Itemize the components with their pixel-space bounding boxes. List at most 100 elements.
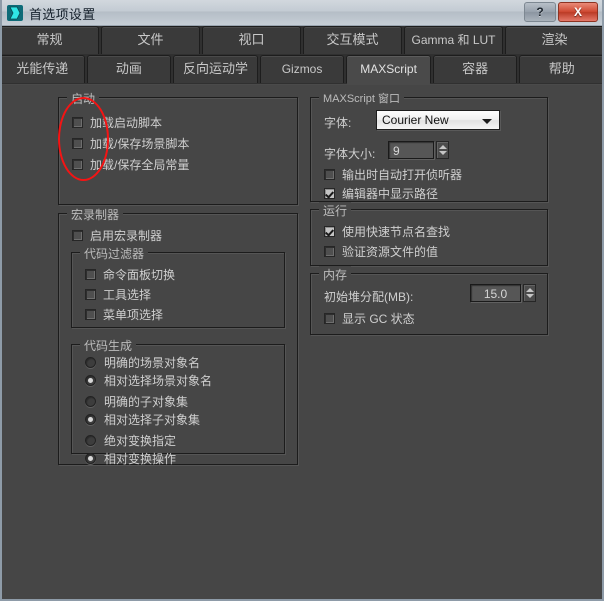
checkbox-show-path-in-editor[interactable]	[324, 188, 335, 199]
checkbox-row-enable-macro-recorder[interactable]: 启用宏录制器	[72, 227, 162, 244]
tab-row-top: 常规 文件 视口 交互模式 Gamma 和 LUT 渲染	[2, 26, 602, 55]
radio-row-selection-relative-sub-object-sets[interactable]: 相对选择子对象集	[85, 411, 200, 428]
group-macro-recorder-title: 宏录制器	[67, 206, 124, 223]
checkbox-label-load-startup-script: 加载启动脚本	[90, 116, 163, 130]
group-startup-title: 启动	[67, 90, 100, 107]
group-startup: 启动 加载启动脚本 加载/保存场景脚本 加载/保存全局常量	[58, 90, 298, 205]
checkbox-validate-asset-file-values[interactable]	[324, 246, 335, 257]
checkbox-label-enable-macro-recorder: 启用宏录制器	[90, 229, 163, 243]
radio-label-explicit-scene-object-names: 明确的场景对象名	[104, 356, 201, 370]
label-font-size: 字体大小:	[324, 147, 376, 161]
checkbox-command-panel-switch[interactable]	[85, 269, 96, 280]
checkbox-row-menu-item-selection[interactable]: 菜单项选择	[85, 306, 163, 323]
radio-row-explicit-sub-object-sets[interactable]: 明确的子对象集	[85, 393, 188, 410]
group-memory: 内存 初始堆分配(MB): 15.0 显示 GC 状态	[310, 266, 548, 335]
checkbox-label-fast-node-name-lookup: 使用快速节点名查找	[342, 225, 451, 239]
radio-row-selection-relative-scene-object-names[interactable]: 相对选择场景对象名	[85, 372, 212, 389]
spinner-down-icon[interactable]	[526, 294, 534, 298]
chevron-down-icon	[482, 119, 492, 124]
checkbox-menu-item-selection[interactable]	[85, 309, 96, 320]
font-size-spinner[interactable]	[436, 141, 449, 159]
spinner-up-icon[interactable]	[439, 145, 447, 149]
checkbox-row-tool-selection[interactable]: 工具选择	[85, 286, 151, 303]
group-code-generation: 代码生成 明确的场景对象名 相对选择场景对象名 明确的子对象集 相对选择子对象集	[71, 337, 285, 466]
checkbox-row-command-panel-switch[interactable]: 命令面板切换	[85, 266, 175, 283]
tab-strip: 常规 文件 视口 交互模式 Gamma 和 LUT 渲染 光能传递 动画 反向运动学 Gizmo…	[2, 26, 602, 84]
heap-size-field[interactable]: 15.0	[470, 284, 521, 302]
close-button[interactable]: X	[558, 2, 598, 22]
tab-2-5[interactable]: MAXScript	[346, 55, 431, 84]
radio-row-explicit-scene-object-names[interactable]: 明确的场景对象名	[85, 354, 200, 371]
checkbox-row-show-path-in-editor[interactable]: 编辑器中显示路径	[324, 185, 438, 202]
font-size-field[interactable]: 9	[388, 141, 434, 159]
radio-relative-transform-operations[interactable]	[85, 453, 96, 464]
tab-1-5[interactable]: Gamma 和 LUT	[404, 26, 503, 54]
tab-2-6[interactable]: 容器	[432, 55, 518, 83]
checkbox-load-startup-script[interactable]	[72, 117, 83, 128]
tab-1-4[interactable]: 交互模式	[303, 26, 402, 54]
radio-label-selection-relative-sub-object-sets: 相对选择子对象集	[104, 413, 201, 427]
group-code-generation-title: 代码生成	[80, 337, 137, 354]
checkbox-show-gc-status[interactable]	[324, 313, 335, 324]
heap-size-spinner[interactable]	[523, 284, 536, 302]
checkbox-tool-selection[interactable]	[85, 289, 96, 300]
checkbox-label-auto-open-listener: 输出时自动打开侦听器	[342, 168, 463, 182]
tab-2-1[interactable]: 光能传递	[2, 55, 85, 83]
radio-explicit-scene-object-names[interactable]	[85, 357, 96, 368]
tab-2-7[interactable]: 帮助	[519, 55, 602, 83]
checkbox-label-show-gc-status: 显示 GC 状态	[342, 312, 415, 326]
radio-label-relative-transform-operations: 相对变换操作	[104, 452, 177, 466]
checkbox-load-save-scene-script[interactable]	[72, 138, 83, 149]
group-maxscript-window: MAXScript 窗口 字体: Courier New 字体大小: 9 输出时…	[310, 90, 548, 202]
group-memory-title: 内存	[319, 266, 352, 283]
tab-1-1[interactable]: 常规	[2, 26, 99, 54]
radio-selection-relative-scene-object-names[interactable]	[85, 375, 96, 386]
tab-row-bottom: 光能传递 动画 反向运动学 Gizmos MAXScript 容器 帮助	[2, 55, 602, 84]
checkbox-row-load-save-scene-script[interactable]: 加载/保存场景脚本	[72, 135, 189, 152]
radio-selection-relative-sub-object-sets[interactable]	[85, 414, 96, 425]
help-button[interactable]: ?	[524, 2, 556, 22]
label-font: 字体:	[324, 116, 352, 130]
checkbox-label-menu-item-selection: 菜单项选择	[103, 308, 164, 322]
checkbox-row-show-gc-status[interactable]: 显示 GC 状态	[324, 310, 415, 327]
tab-1-6[interactable]: 渲染	[505, 26, 602, 54]
tab-2-2[interactable]: 动画	[86, 55, 172, 83]
font-size-value: 9	[393, 144, 400, 158]
checkbox-fast-node-name-lookup[interactable]	[324, 226, 335, 237]
checkbox-row-load-startup-script[interactable]: 加载启动脚本	[72, 114, 162, 131]
checkbox-enable-macro-recorder[interactable]	[72, 230, 83, 241]
checkbox-label-load-save-scene-script: 加载/保存场景脚本	[90, 137, 190, 151]
checkbox-row-fast-node-name-lookup[interactable]: 使用快速节点名查找	[324, 223, 450, 240]
group-macro-recorder: 宏录制器 启用宏录制器 代码过滤器 命令面板切换 工具选择 菜单项选择 代码生成…	[58, 206, 298, 466]
checkbox-row-auto-open-listener[interactable]: 输出时自动打开侦听器	[324, 166, 462, 183]
radio-explicit-sub-object-sets[interactable]	[85, 396, 96, 407]
spinner-up-icon[interactable]	[526, 288, 534, 292]
font-dropdown[interactable]: Courier New	[376, 110, 500, 130]
preferences-dialog: 首选项设置 ? X 常规 文件 视口 交互模式 Gamma 和 LUT 渲染 光能传递 动画…	[0, 0, 604, 601]
title-bar: 首选项设置 ? X	[2, 0, 602, 26]
group-run: 运行 使用快速节点名查找 验证资源文件的值	[310, 202, 548, 266]
tab-2-3[interactable]: 反向运动学	[173, 55, 258, 83]
tab-1-2[interactable]: 文件	[101, 26, 200, 54]
heap-size-value: 15.0	[483, 287, 508, 301]
checkbox-auto-open-listener[interactable]	[324, 169, 335, 180]
tab-1-3[interactable]: 视口	[202, 26, 301, 54]
window-title: 首选项设置	[29, 7, 96, 22]
label-initial-heap-allocation: 初始堆分配(MB):	[324, 290, 414, 304]
group-maxscript-window-title: MAXScript 窗口	[319, 90, 405, 106]
checkbox-load-save-persistent-globals[interactable]	[72, 159, 83, 170]
checkbox-row-load-save-persistent-globals[interactable]: 加载/保存全局常量	[72, 156, 189, 173]
checkbox-label-show-path-in-editor: 编辑器中显示路径	[342, 187, 439, 201]
checkbox-label-load-save-persistent-globals: 加载/保存全局常量	[90, 158, 190, 172]
checkbox-label-validate-asset-file-values: 验证资源文件的值	[342, 245, 439, 259]
radio-label-selection-relative-scene-object-names: 相对选择场景对象名	[104, 374, 213, 388]
radio-label-absolute-transform-assignments: 绝对变换指定	[104, 434, 177, 448]
radio-row-relative-transform-operations[interactable]: 相对变换操作	[85, 450, 176, 467]
group-run-title: 运行	[319, 202, 352, 219]
tab-2-4[interactable]: Gizmos	[259, 55, 345, 83]
checkbox-label-command-panel-switch: 命令面板切换	[103, 268, 176, 282]
checkbox-row-validate-asset-file-values[interactable]: 验证资源文件的值	[324, 243, 438, 260]
spinner-down-icon[interactable]	[439, 151, 447, 155]
radio-absolute-transform-assignments[interactable]	[85, 435, 96, 446]
radio-row-absolute-transform-assignments[interactable]: 绝对变换指定	[85, 432, 176, 449]
